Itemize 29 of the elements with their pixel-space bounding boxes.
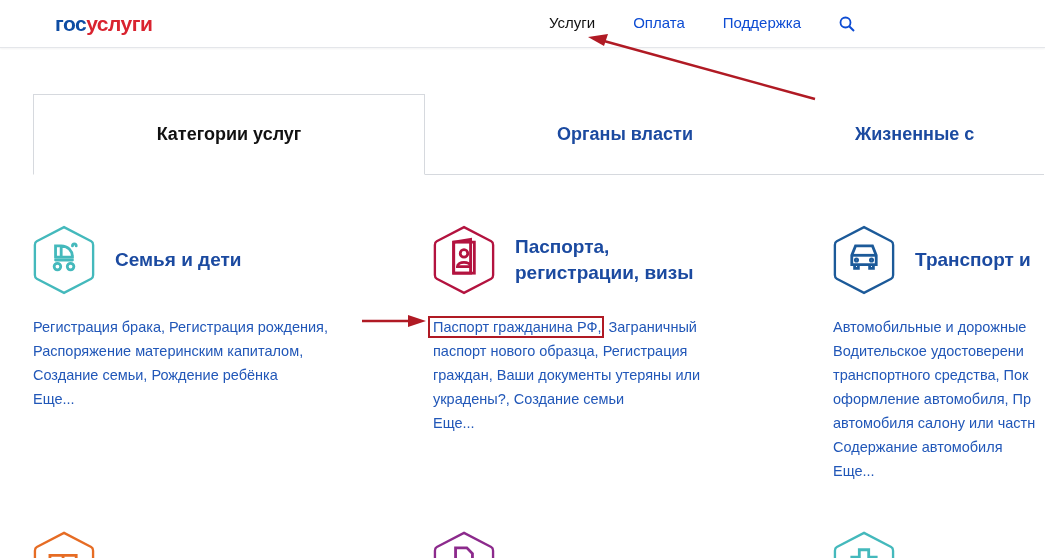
service-link[interactable]: украдены?, Создание семьи xyxy=(433,391,625,407)
more-link[interactable]: Еще... xyxy=(33,391,75,407)
category-title[interactable]: Транспорт и xyxy=(895,247,1031,273)
service-link[interactable]: Паспорт гражданина РФ, xyxy=(428,316,605,338)
nav-link[interactable]: Услуги xyxy=(549,12,596,35)
service-link[interactable]: Заграничный xyxy=(604,319,697,335)
logo[interactable]: госуслуги xyxy=(55,7,153,40)
service-link[interactable]: Регистрация брака, Регистрация рождения, xyxy=(33,319,328,335)
service-link[interactable]: Содержание автомобиля xyxy=(833,439,1003,455)
category-title[interactable]: Паспорта, регистрации, визы xyxy=(495,234,735,286)
search-icon[interactable] xyxy=(839,15,855,32)
category-title[interactable]: Семья и дети xyxy=(95,247,242,273)
tab[interactable]: Категории услуг xyxy=(33,94,425,175)
service-link[interactable]: Создание семьи, Рождение ребёнка xyxy=(33,367,278,383)
service-link[interactable]: Водительское удостоверени xyxy=(833,343,1024,359)
more-link[interactable]: Еще... xyxy=(833,463,875,479)
annotation-arrow xyxy=(362,315,426,327)
service-link[interactable]: паспорт нового образца, Регистрация xyxy=(433,343,688,359)
service-link[interactable]: граждан, Ваши документы утеряны или xyxy=(433,367,701,383)
service-link[interactable]: Автомобильные и дорожные xyxy=(833,319,1027,335)
tab[interactable]: Органы власти xyxy=(425,94,825,175)
tab[interactable]: Жизненные с xyxy=(825,94,1044,175)
service-link[interactable]: транспортного средства, Пок xyxy=(833,367,1029,383)
service-link[interactable]: Распоряжение материнским капиталом, xyxy=(33,343,304,359)
nav-link[interactable]: Поддержка xyxy=(722,12,801,35)
more-link[interactable]: Еще... xyxy=(433,415,475,431)
nav-link[interactable]: Оплата xyxy=(633,12,685,35)
service-link[interactable]: оформление автомобиля, Пр xyxy=(833,391,1032,407)
service-link[interactable]: автомобиля салону или частн xyxy=(833,415,1036,431)
